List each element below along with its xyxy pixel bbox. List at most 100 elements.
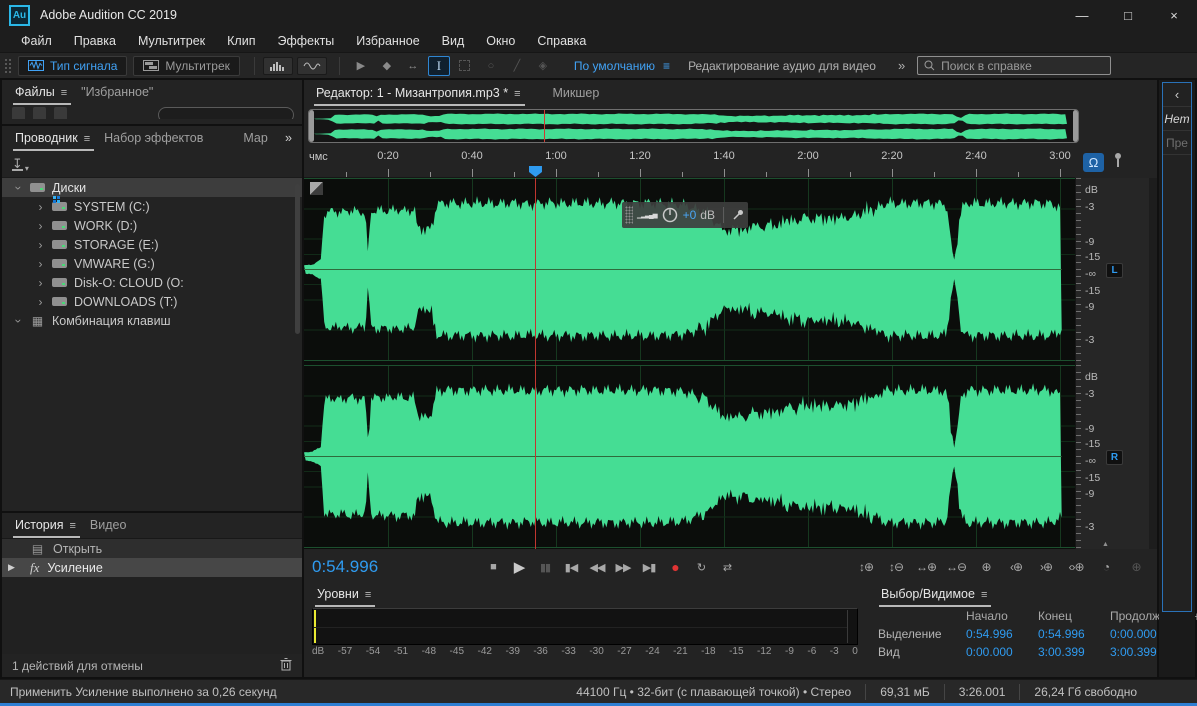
help-search-box[interactable] bbox=[917, 56, 1111, 75]
search-input[interactable] bbox=[941, 59, 1091, 73]
tree-item-downloads-t-[interactable]: ›DOWNLOADS (T:) bbox=[2, 292, 302, 311]
marquee-selection-tool[interactable] bbox=[454, 56, 476, 76]
menu-clip[interactable]: Клип bbox=[216, 34, 266, 48]
hud-grip-icon[interactable] bbox=[625, 206, 633, 224]
view-end[interactable]: 3:00.399 bbox=[1038, 645, 1110, 659]
panel-menu-icon[interactable]: ≡ bbox=[981, 589, 987, 601]
view-start[interactable]: 0:00.000 bbox=[966, 645, 1038, 659]
timed-record-button[interactable]: ◔ bbox=[1093, 556, 1119, 578]
gain-hud[interactable]: ▁▂▃▄▅ +0 dB bbox=[622, 202, 748, 228]
chevron-down-icon[interactable]: › bbox=[12, 183, 26, 192]
menu-help[interactable]: Справка bbox=[526, 34, 597, 48]
tree-item-диски[interactable]: ›Диски bbox=[2, 178, 302, 197]
zoom-to-out-point-button[interactable]: ›⊕ bbox=[1033, 556, 1059, 578]
timeline-ruler[interactable]: чмс 0:200:401:001:201:402:002:202:403:00 bbox=[304, 146, 1075, 178]
import-icon[interactable]: ↧ bbox=[12, 158, 23, 171]
fast-forward-button[interactable]: ▶▶ bbox=[610, 556, 636, 578]
minimize-button[interactable]: — bbox=[1059, 0, 1105, 30]
slip-tool[interactable]: ↔ bbox=[402, 56, 424, 76]
files-toolbar-icon[interactable] bbox=[54, 107, 67, 119]
pause-button[interactable]: ▮▮ bbox=[532, 556, 558, 578]
move-tool[interactable]: ▶ bbox=[350, 56, 372, 76]
gain-knob-icon[interactable] bbox=[662, 207, 678, 223]
tree-item-vmware-g-[interactable]: ›VMWARE (G:) bbox=[2, 254, 302, 273]
lasso-selection-tool[interactable]: ○ bbox=[480, 56, 502, 76]
skip-to-start-button[interactable]: ▮◀ bbox=[558, 556, 584, 578]
workspace-name[interactable]: По умолчанию bbox=[574, 59, 655, 73]
stop-button[interactable]: ■ bbox=[480, 556, 506, 578]
add-marker-button[interactable] bbox=[1112, 152, 1124, 173]
files-toolbar-icon[interactable] bbox=[33, 107, 46, 119]
tab-files[interactable]: Файлы≡ bbox=[11, 81, 77, 105]
tree-item-комбинация-клавиш[interactable]: ›▦Комбинация клавиш bbox=[2, 311, 302, 330]
menu-view[interactable]: Вид bbox=[431, 34, 476, 48]
tree-item-work-d-[interactable]: ›WORK (D:) bbox=[2, 216, 302, 235]
skip-to-end-button[interactable]: ▶▮ bbox=[636, 556, 662, 578]
panel-menu-icon[interactable]: ≡ bbox=[69, 520, 75, 532]
play-button[interactable]: ▶ bbox=[506, 556, 532, 578]
chevron-right-icon[interactable]: › bbox=[36, 200, 45, 214]
overview-right-handle[interactable] bbox=[1073, 110, 1078, 142]
explorer-scrollbar[interactable] bbox=[295, 184, 300, 334]
zoom-to-selection-button[interactable]: ‹›⊕ bbox=[1063, 556, 1089, 578]
menu-favorites[interactable]: Избранное bbox=[345, 34, 430, 48]
waveform-display[interactable]: ▁▂▃▄▅ +0 dB bbox=[304, 178, 1075, 549]
close-button[interactable]: × bbox=[1151, 0, 1197, 30]
multitrack-mode-button[interactable]: Мультитрек bbox=[133, 56, 239, 76]
menu-effects[interactable]: Эффекты bbox=[266, 34, 345, 48]
loop-playback-button[interactable]: ↻ bbox=[688, 556, 714, 578]
zoom-in-vertical-button[interactable]: ↕⊕ bbox=[853, 556, 879, 578]
chevron-right-icon[interactable]: › bbox=[36, 276, 45, 290]
panel-menu-icon[interactable]: ≡ bbox=[84, 133, 90, 145]
tab-favorites[interactable]: "Избранное" bbox=[77, 81, 163, 105]
workspace-menu-icon[interactable]: ≡ bbox=[663, 59, 670, 73]
menu-window[interactable]: Окно bbox=[475, 34, 526, 48]
paintbrush-selection-tool[interactable]: ╱ bbox=[506, 56, 528, 76]
import-dropdown-caret[interactable]: ▾ bbox=[25, 164, 29, 173]
files-search-field[interactable] bbox=[158, 107, 294, 119]
zoom-out-vertical-button[interactable]: ↕⊖ bbox=[883, 556, 909, 578]
workspace-overflow-chevrons[interactable]: » bbox=[898, 58, 905, 73]
files-toolbar-icon[interactable] bbox=[12, 107, 25, 119]
menu-file[interactable]: Файл bbox=[10, 34, 63, 48]
tab-history[interactable]: История≡ bbox=[11, 514, 86, 538]
current-time-display[interactable]: 0:54.996 bbox=[312, 557, 480, 577]
waveform-mode-button[interactable]: Тип сигнала bbox=[18, 56, 127, 76]
selection-end[interactable]: 0:54.996 bbox=[1038, 627, 1110, 641]
tab-effects-rack[interactable]: Набор эффектов bbox=[100, 127, 213, 151]
tab-video[interactable]: Видео bbox=[86, 514, 137, 538]
chevron-right-icon[interactable]: › bbox=[36, 219, 45, 233]
hud-pin-icon[interactable] bbox=[732, 209, 744, 221]
chevron-right-icon[interactable]: › bbox=[36, 257, 45, 271]
tab-levels[interactable]: Уровни≡ bbox=[313, 583, 381, 607]
chevron-down-icon[interactable]: › bbox=[12, 316, 26, 325]
zoom-out-horizontal-button[interactable]: ↔⊖ bbox=[943, 556, 969, 578]
overview-navigator[interactable] bbox=[308, 109, 1079, 143]
history-item-amplify[interactable]: ▶ fx Усиление bbox=[2, 558, 302, 577]
panel-menu-icon[interactable]: ≡ bbox=[514, 88, 520, 100]
spot-healing-tool[interactable]: ◈ bbox=[532, 56, 554, 76]
tab-explorer[interactable]: Проводник≡ bbox=[11, 127, 100, 151]
maximize-button[interactable]: □ bbox=[1105, 0, 1151, 30]
trash-icon[interactable] bbox=[280, 657, 292, 674]
razor-tool[interactable]: ◆ bbox=[376, 56, 398, 76]
history-item-open[interactable]: ▤ Открыть bbox=[2, 539, 302, 558]
time-selection-tool[interactable]: I bbox=[428, 56, 450, 76]
snapping-magnet-button[interactable]: Ω bbox=[1083, 153, 1104, 172]
zoom-full-reset-button[interactable]: ⊕ bbox=[973, 556, 999, 578]
workspace-description[interactable]: Редактирование аудио для видео bbox=[688, 59, 876, 73]
tab-selection-view[interactable]: Выбор/Видимое≡ bbox=[877, 583, 997, 607]
menu-edit[interactable]: Правка bbox=[63, 34, 127, 48]
tab-mixer[interactable]: Микшер bbox=[549, 82, 610, 106]
record-button[interactable]: ● bbox=[662, 556, 688, 578]
waveform-view-button[interactable] bbox=[263, 57, 293, 75]
panel-overflow-chevrons[interactable]: » bbox=[281, 127, 302, 151]
tree-item-system-c-[interactable]: ›SYSTEM (C:) bbox=[2, 197, 302, 216]
selection-start[interactable]: 0:54.996 bbox=[966, 627, 1038, 641]
playhead-cap[interactable] bbox=[529, 166, 542, 177]
skip-selection-button[interactable]: ⇄ bbox=[714, 556, 740, 578]
zoom-to-in-point-button[interactable]: ‹⊕ bbox=[1003, 556, 1029, 578]
hud-gain-value[interactable]: +0 bbox=[683, 208, 697, 222]
panel-menu-icon[interactable]: ≡ bbox=[61, 87, 67, 99]
tree-item-storage-e-[interactable]: ›STORAGE (E:) bbox=[2, 235, 302, 254]
